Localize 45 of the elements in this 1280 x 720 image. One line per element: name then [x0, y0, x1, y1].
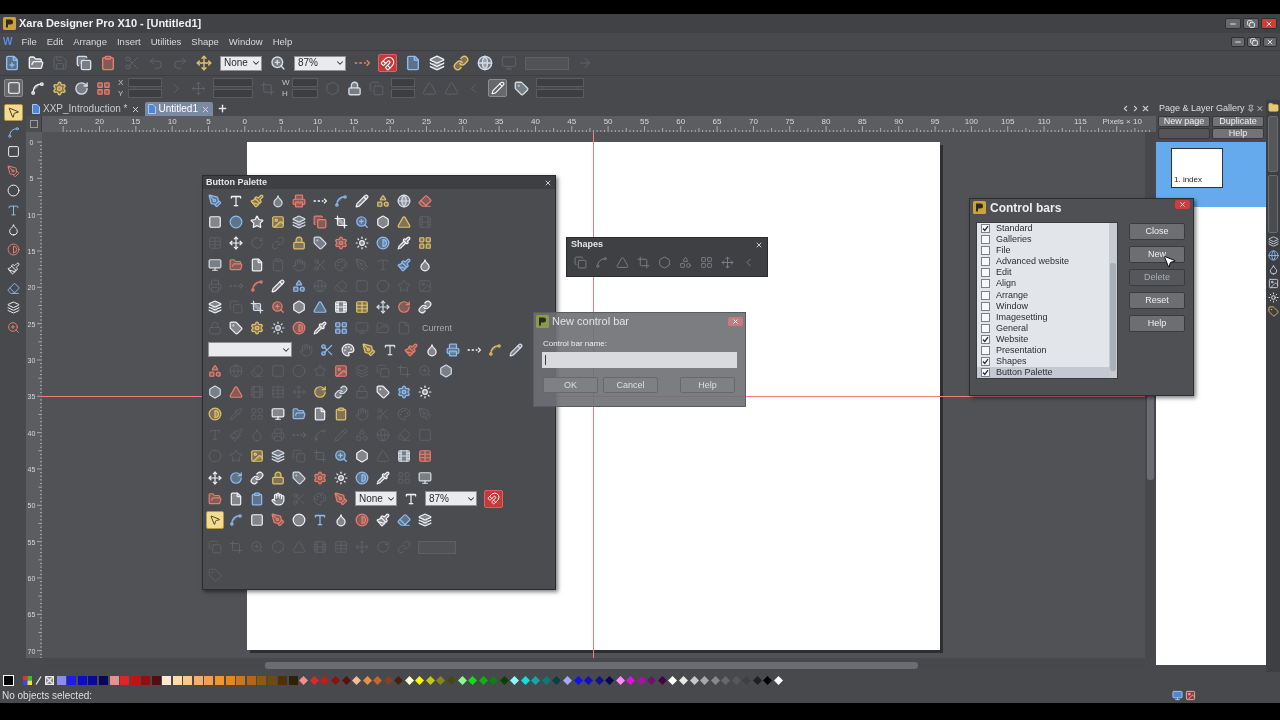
ruler-label: 15 — [131, 118, 141, 126]
window-title: Shapes — [571, 240, 603, 249]
ruler-label: 70 — [748, 118, 758, 126]
field-label: W — [282, 78, 290, 87]
ruler-label: 35 — [494, 118, 504, 126]
field-label: Control bar name: — [543, 340, 609, 348]
ruler-label: 55 — [639, 118, 649, 126]
ruler-label: 95 — [930, 118, 940, 126]
ruler-label: 105 — [1001, 118, 1015, 126]
gallery-title: Page & Layer Gallery — [1159, 103, 1245, 113]
ruler-label: 40 — [530, 118, 540, 126]
ruler-label: 100 — [964, 118, 979, 126]
ruler-label: 85 — [857, 118, 867, 126]
window-title: Xara Designer Pro X10 - [Untitled1] — [19, 16, 202, 32]
ruler-label: 50 — [603, 118, 613, 126]
ruler-label: 60 — [676, 118, 686, 126]
ruler-label: 80 — [821, 118, 831, 126]
page-label: 1. index — [1174, 176, 1203, 184]
dialog-title: Control bars — [990, 201, 1062, 214]
ruler-label: 45 — [567, 118, 577, 126]
ruler-unit: Pixels × 10 — [1102, 118, 1142, 126]
dialog-title: New control bar — [552, 316, 630, 327]
ruler-label: 5 — [278, 118, 284, 126]
ruler-label: 10 — [167, 118, 177, 126]
ruler-label: 10 — [313, 118, 322, 126]
palette-label: Current — [422, 323, 452, 333]
document-logo: W — [3, 36, 13, 47]
ruler-label: 20 — [95, 118, 104, 126]
ruler-label: 0 — [242, 118, 248, 126]
ruler-label: 5 — [206, 118, 211, 126]
ruler-label: 115 — [1073, 118, 1087, 126]
field-label: X — [118, 78, 125, 87]
status-text: No objects selected: — [2, 690, 93, 701]
ruler-label: 65 — [712, 118, 722, 126]
window-title: Button Palette — [206, 178, 267, 187]
ruler-label: 75 — [785, 118, 795, 126]
ruler-label: 25 — [58, 118, 68, 126]
ruler-label: 30 — [458, 118, 468, 126]
ruler-label: 25 — [422, 118, 431, 126]
ruler-label: 15 — [349, 118, 359, 126]
field-label: Y — [118, 89, 125, 98]
field-label: H — [282, 89, 289, 98]
ruler-label: 110 — [1037, 118, 1051, 126]
ruler-label: 90 — [894, 118, 904, 126]
ruler-label: 20 — [385, 118, 395, 126]
